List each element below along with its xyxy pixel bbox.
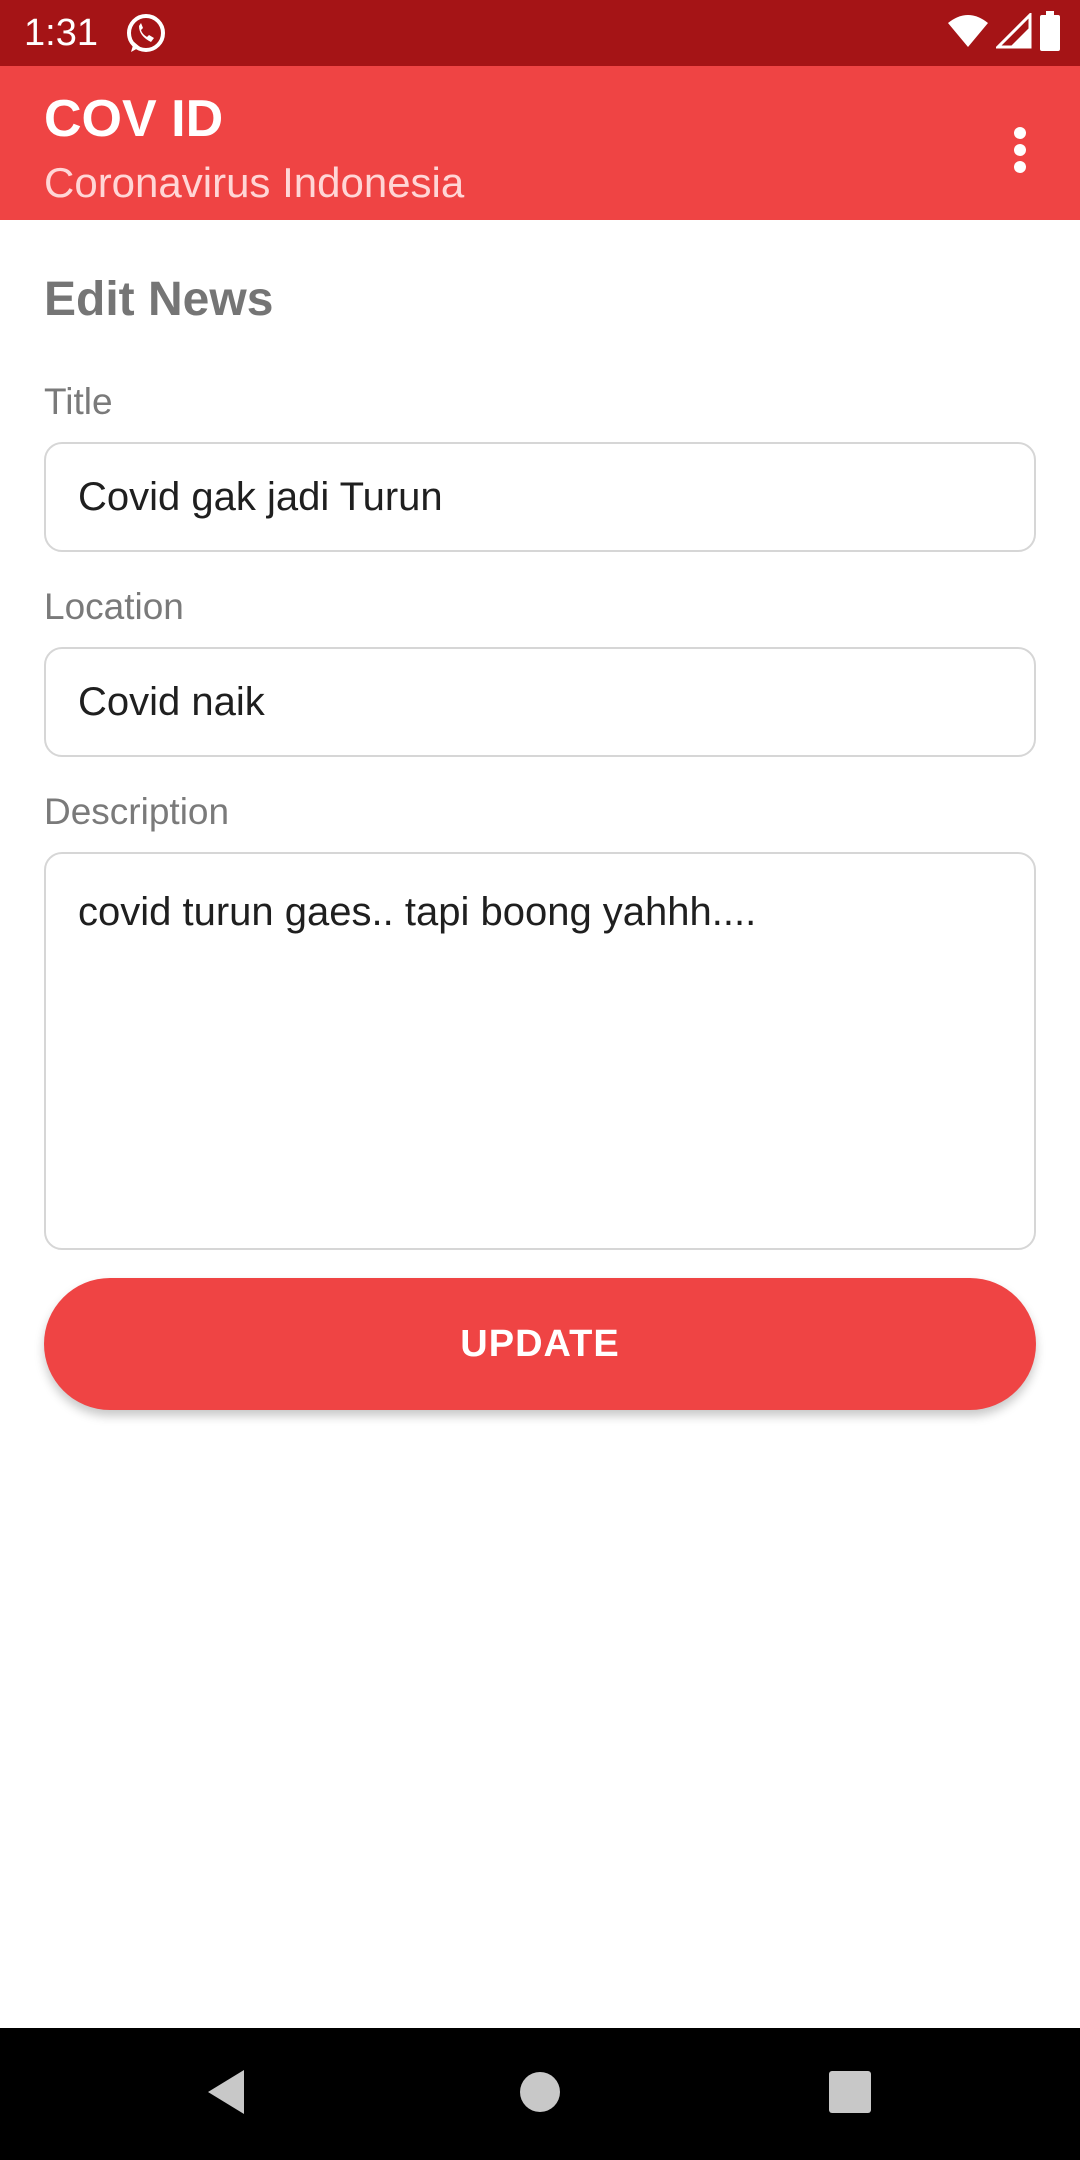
app-subtitle: Coronavirus Indonesia — [44, 159, 465, 206]
recents-button[interactable] — [810, 2054, 890, 2134]
status-bar: 1:31 — [0, 0, 1080, 66]
location-input-value: Covid naik — [78, 679, 265, 724]
description-textarea[interactable]: covid turun gaes.. tapi boong yahhh.... — [44, 852, 1036, 1250]
back-button[interactable] — [186, 2054, 266, 2134]
battery-icon — [1038, 10, 1062, 56]
update-button[interactable]: UPDATE — [44, 1278, 1036, 1410]
status-icons — [946, 10, 1062, 56]
home-button[interactable] — [500, 2054, 580, 2134]
title-input-value: Covid gak jadi Turun — [78, 474, 443, 519]
app-bar: COV ID Coronavirus Indonesia — [0, 66, 1080, 220]
screen: 1:31 COV ID Coronavirus Indonesia Edit N… — [0, 0, 1080, 2160]
app-title: COV ID — [44, 90, 224, 148]
status-time: 1:31 — [24, 12, 98, 54]
description-label: Description — [44, 791, 230, 832]
recents-icon — [829, 2070, 871, 2118]
whatsapp-icon — [124, 12, 168, 56]
page-title: Edit News — [44, 273, 274, 326]
location-label: Location — [44, 586, 184, 627]
location-input[interactable]: Covid naik — [44, 647, 1036, 757]
update-button-label: UPDATE — [460, 1322, 620, 1365]
title-label: Title — [44, 381, 113, 422]
overflow-menu-button[interactable] — [980, 112, 1060, 192]
signal-icon — [994, 10, 1032, 54]
home-icon — [518, 2070, 562, 2119]
wifi-icon — [946, 13, 990, 54]
more-vert-icon — [1012, 126, 1028, 179]
title-input[interactable]: Covid gak jadi Turun — [44, 442, 1036, 552]
back-icon — [204, 2068, 248, 2121]
description-textarea-value: covid turun gaes.. tapi boong yahhh.... — [78, 890, 757, 934]
navigation-bar — [0, 2028, 1080, 2160]
